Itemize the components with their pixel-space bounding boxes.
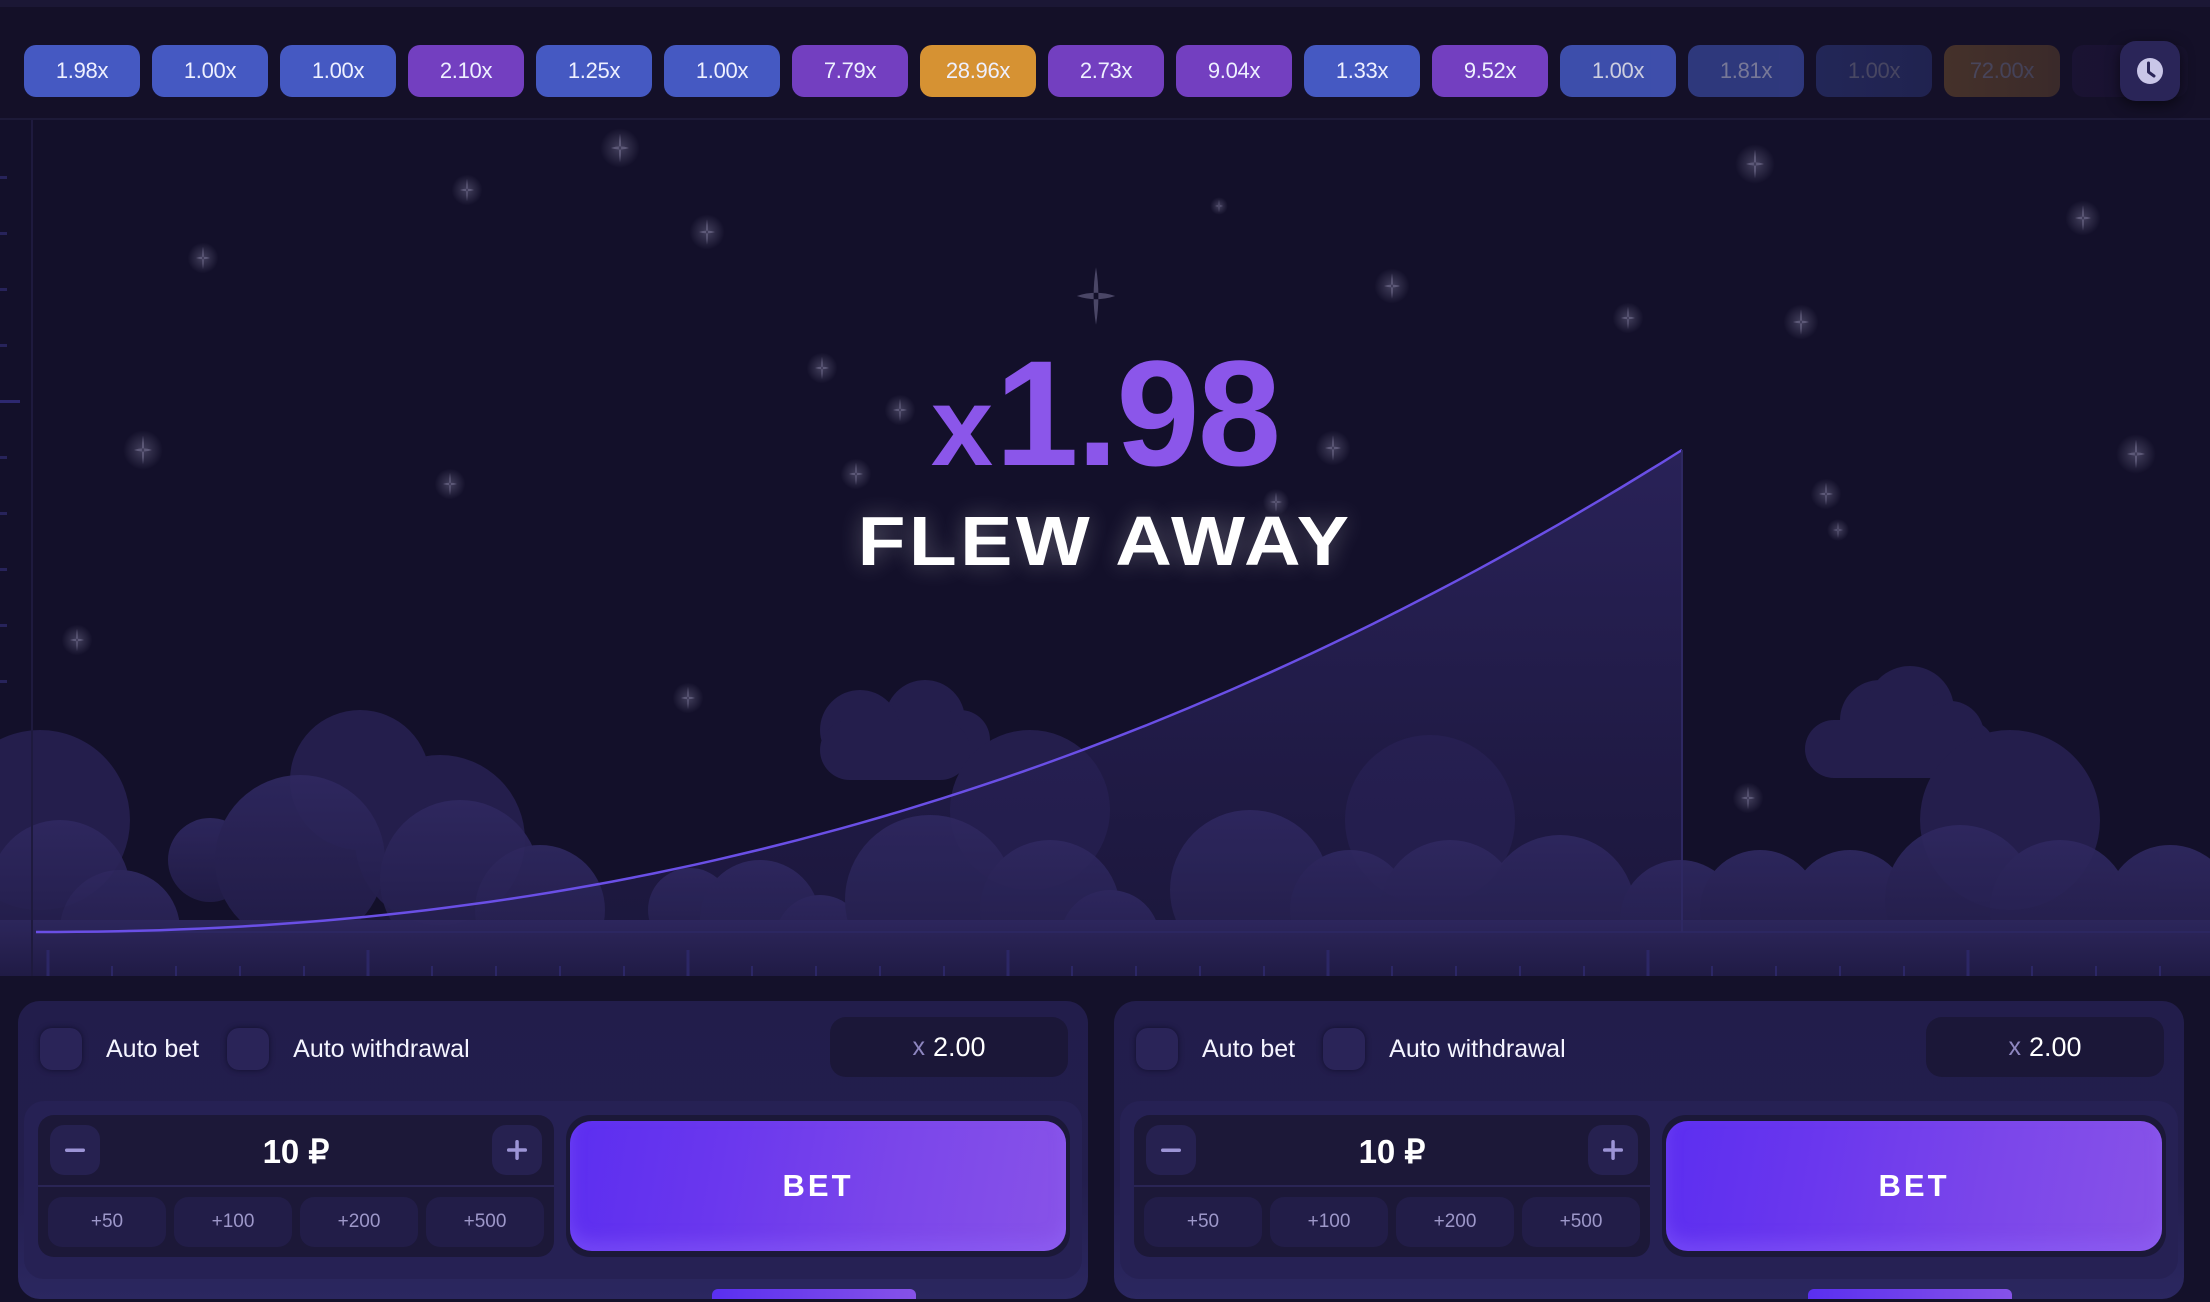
bet-indicator (712, 1289, 916, 1299)
history-chip[interactable]: 1.98x (24, 45, 140, 97)
bet-amount-row: 10 ₽ (1134, 1115, 1650, 1187)
bet-amount-row: 10 ₽ (38, 1115, 554, 1187)
increase-amount-button[interactable] (1588, 1125, 1638, 1175)
history-chip[interactable]: 1.00x (152, 45, 268, 97)
clock-icon (2137, 58, 2163, 84)
history-chip[interactable]: 28.96x (920, 45, 1036, 97)
quick-amount-button[interactable]: +100 (1270, 1197, 1388, 1247)
plus-icon (507, 1140, 527, 1160)
quick-amount-button[interactable]: +200 (1396, 1197, 1514, 1247)
decrease-amount-button[interactable] (50, 1125, 100, 1175)
quick-amounts: +50 +100 +200 +500 (48, 1197, 544, 1247)
history-button[interactable] (2120, 41, 2180, 101)
auto-options: Auto bet Auto withdrawal (1136, 1023, 1594, 1075)
quick-amount-button[interactable]: +500 (1522, 1197, 1640, 1247)
quick-amount-button[interactable]: +200 (300, 1197, 418, 1247)
y-axis-tick (0, 176, 7, 179)
bet-controls: 10 ₽ +50 +100 +200 +500 BET (24, 1101, 1082, 1279)
auto-options: Auto bet Auto withdrawal (40, 1023, 498, 1075)
quick-amount-button[interactable]: +100 (174, 1197, 292, 1247)
history-chip[interactable]: 2.10x (408, 45, 524, 97)
y-axis-tick (0, 232, 7, 235)
plus-icon (1603, 1140, 1623, 1160)
game-scene (0, 128, 2210, 976)
bet-amount-input[interactable]: 10 ₽ (38, 1115, 554, 1187)
auto-bet-label[interactable]: Auto bet (1202, 1035, 1295, 1064)
auto-withdrawal-multiplier-input[interactable]: x 2.00 (1926, 1017, 2164, 1077)
history-chip[interactable]: 1.25x (536, 45, 652, 97)
history-chip[interactable]: 7.79x (792, 45, 908, 97)
decrease-amount-button[interactable] (1146, 1125, 1196, 1175)
bet-button[interactable]: BET (1666, 1121, 2162, 1251)
y-axis-tick (0, 512, 7, 515)
multiplier-history-bar: 1.98x 1.00x 1.00x 2.10x 1.25x 1.00x 7.79… (0, 0, 2210, 120)
history-chips: 1.98x 1.00x 1.00x 2.10x 1.25x 1.00x 7.79… (24, 45, 2188, 97)
quick-amount-button[interactable]: +50 (1144, 1197, 1262, 1247)
history-chip[interactable]: 1.00x (280, 45, 396, 97)
quick-amount-button[interactable]: +500 (426, 1197, 544, 1247)
y-axis-tick (0, 456, 7, 459)
bet-panel-1: Auto bet Auto withdrawal x 2.00 10 ₽ +50… (18, 1001, 1088, 1299)
bet-panel-2: Auto bet Auto withdrawal x 2.00 10 ₽ +50… (1114, 1001, 2184, 1299)
y-axis-tick (0, 400, 20, 403)
quick-amount-button[interactable]: +50 (48, 1197, 166, 1247)
minus-icon (1161, 1148, 1181, 1152)
bet-button-frame: BET (1662, 1115, 2166, 1257)
auto-multiplier-prefix: x (912, 1032, 925, 1061)
auto-multiplier-value: 2.00 (2028, 1031, 2082, 1062)
bet-button[interactable]: BET (570, 1121, 1066, 1251)
auto-withdrawal-label[interactable]: Auto withdrawal (1389, 1035, 1565, 1064)
y-axis-tick (0, 288, 7, 291)
auto-withdrawal-label[interactable]: Auto withdrawal (293, 1035, 469, 1064)
history-chip[interactable]: 1.33x (1304, 45, 1420, 97)
bet-amount-box: 10 ₽ +50 +100 +200 +500 (38, 1115, 554, 1257)
history-chip[interactable]: 9.04x (1176, 45, 1292, 97)
auto-multiplier-value: 2.00 (932, 1031, 986, 1062)
auto-bet-checkbox[interactable] (40, 1028, 82, 1070)
bet-panels: Auto bet Auto withdrawal x 2.00 10 ₽ +50… (0, 976, 2210, 1302)
auto-withdrawal-multiplier-input[interactable]: x 2.00 (830, 1017, 1068, 1077)
game-canvas: x1.98 FLEW AWAY (0, 120, 2210, 976)
history-chip[interactable]: 1.00x (664, 45, 780, 97)
bet-controls: 10 ₽ +50 +100 +200 +500 BET (1120, 1101, 2178, 1279)
history-chip[interactable]: 72.00x (1944, 45, 2060, 97)
auto-withdrawal-checkbox[interactable] (227, 1028, 270, 1070)
y-axis-tick (0, 568, 7, 571)
bet-indicator (1808, 1289, 2012, 1299)
y-axis-tick (0, 680, 7, 683)
bet-amount-box: 10 ₽ +50 +100 +200 +500 (1134, 1115, 1650, 1257)
auto-multiplier-prefix: x (2008, 1032, 2021, 1061)
quick-amounts: +50 +100 +200 +500 (1144, 1197, 1640, 1247)
minus-icon (65, 1148, 85, 1152)
history-chip[interactable]: 9.52x (1432, 45, 1548, 97)
bet-button-frame: BET (566, 1115, 1070, 1257)
y-axis-tick (0, 344, 7, 347)
history-chip[interactable]: 1.00x (1816, 45, 1932, 97)
increase-amount-button[interactable] (492, 1125, 542, 1175)
y-axis-line (31, 120, 33, 976)
history-chip[interactable]: 2.73x (1048, 45, 1164, 97)
auto-withdrawal-checkbox[interactable] (1323, 1028, 1366, 1070)
history-chip[interactable]: 1.00x (1560, 45, 1676, 97)
auto-bet-label[interactable]: Auto bet (106, 1035, 199, 1064)
bet-amount-input[interactable]: 10 ₽ (1134, 1115, 1650, 1187)
auto-bet-checkbox[interactable] (1136, 1028, 1178, 1070)
star-icon (1076, 267, 1116, 325)
history-chip[interactable]: 1.81x (1688, 45, 1804, 97)
y-axis-tick (0, 624, 7, 627)
